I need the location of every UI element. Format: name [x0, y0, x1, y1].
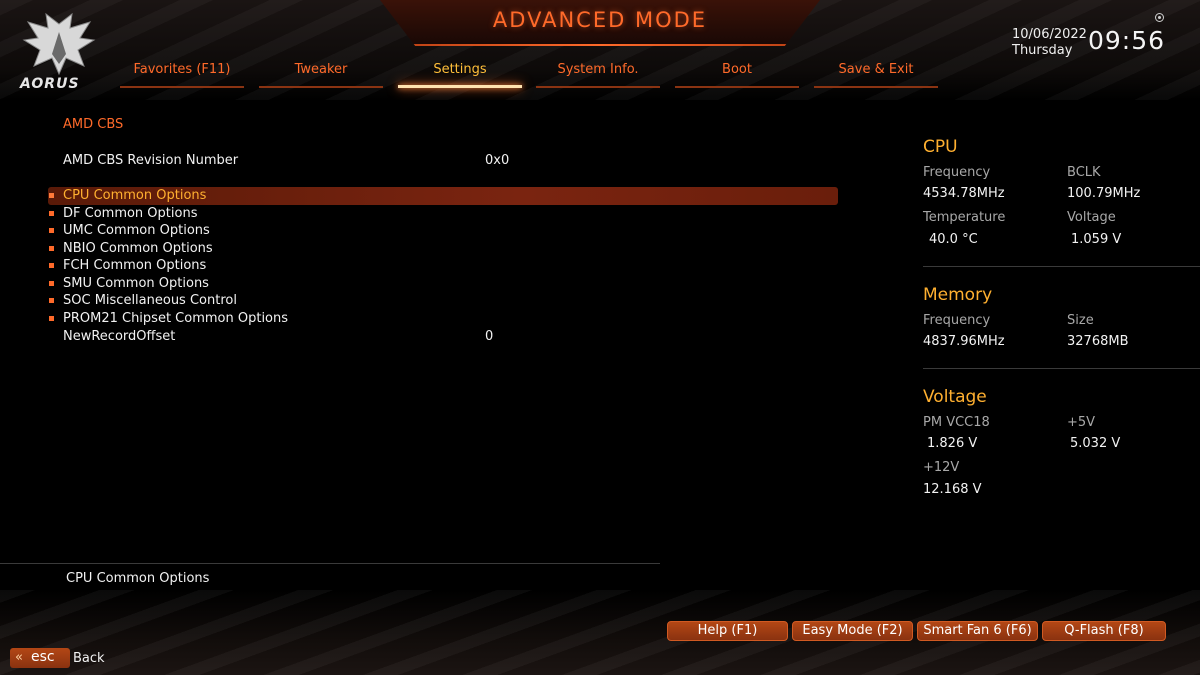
- plus12v-value: 12.168 V: [923, 482, 982, 497]
- menu-item-label: CPU Common Options: [63, 188, 207, 203]
- q-flash-button[interactable]: Q-Flash (F8): [1042, 621, 1166, 641]
- menu-item-umc-common-options[interactable]: UMC Common Options: [48, 222, 838, 240]
- new-record-offset-row[interactable]: NewRecordOffset 0: [48, 328, 838, 346]
- cpu-temperature-value: 40.0 °C: [929, 232, 978, 247]
- cpu-frequency-value: 4534.78MHz: [923, 186, 1005, 201]
- header-bar: ADVANCED MODE AORUS Favorites (F11) Twea…: [0, 0, 1200, 100]
- panel-divider: [923, 266, 1200, 267]
- submenu-bullet-icon: [49, 298, 54, 303]
- weekday-value: Thursday: [1012, 43, 1073, 58]
- esc-back-button[interactable]: « esc: [10, 648, 70, 668]
- panel-divider: [923, 368, 1200, 369]
- tab-settings[interactable]: Settings: [398, 62, 522, 88]
- submenu-bullet-icon: [49, 246, 54, 251]
- memory-size-value: 32768MB: [1067, 334, 1129, 349]
- new-record-offset-value[interactable]: 0: [485, 328, 493, 345]
- tab-tweaker[interactable]: Tweaker: [259, 62, 383, 88]
- menu-item-soc-misc-control[interactable]: SOC Miscellaneous Control: [48, 292, 838, 310]
- settings-gear-icon[interactable]: [1155, 13, 1164, 22]
- submenu-bullet-icon: [49, 316, 54, 321]
- double-chevron-left-icon: «: [15, 650, 23, 665]
- mode-title: ADVANCED MODE: [492, 8, 708, 32]
- menu-item-label: DF Common Options: [63, 206, 198, 221]
- menu-item-prom21-chipset-options[interactable]: PROM21 Chipset Common Options: [48, 310, 838, 328]
- new-record-offset-label: NewRecordOffset: [63, 329, 176, 344]
- submenu-bullet-icon: [49, 193, 54, 198]
- back-label: Back: [73, 651, 105, 666]
- menu-item-nbio-common-options[interactable]: NBIO Common Options: [48, 240, 838, 258]
- menu-item-smu-common-options[interactable]: SMU Common Options: [48, 275, 838, 293]
- menu-item-label: FCH Common Options: [63, 258, 207, 273]
- smart-fan-button[interactable]: Smart Fan 6 (F6): [917, 621, 1038, 641]
- cpu-voltage-label: Voltage: [1067, 210, 1116, 225]
- brand-logo-text: AORUS: [20, 76, 80, 92]
- help-description: CPU Common Options: [66, 571, 210, 586]
- submenu-bullet-icon: [49, 211, 54, 216]
- tab-save-exit[interactable]: Save & Exit: [814, 62, 938, 88]
- menu-item-fch-common-options[interactable]: FCH Common Options: [48, 257, 838, 275]
- pm-vcc18-label: PM VCC18: [923, 415, 990, 430]
- tab-system-info[interactable]: System Info.: [536, 62, 660, 88]
- menu-item-label: NBIO Common Options: [63, 241, 213, 256]
- page-title: AMD CBS: [63, 117, 124, 132]
- cpu-title: CPU: [923, 137, 958, 157]
- easy-mode-button[interactable]: Easy Mode (F2): [792, 621, 913, 641]
- revision-value: 0x0: [485, 153, 510, 168]
- cpu-voltage-value: 1.059 V: [1071, 232, 1122, 247]
- cpu-frequency-label: Frequency: [923, 165, 991, 180]
- plus5v-value: 5.032 V: [1070, 436, 1121, 451]
- esc-key-label: esc: [31, 649, 55, 665]
- cpu-info-panel: CPU Frequency BCLK 4534.78MHz 100.79MHz …: [923, 137, 1183, 257]
- date-value: 10/06/2022: [1012, 27, 1087, 42]
- menu-item-cpu-common-options[interactable]: CPU Common Options: [48, 187, 838, 205]
- tab-favorites[interactable]: Favorites (F11): [120, 62, 244, 88]
- submenu-bullet-icon: [49, 228, 54, 233]
- submenu-bullet-icon: [49, 281, 54, 286]
- menu-item-label: PROM21 Chipset Common Options: [63, 311, 289, 326]
- memory-frequency-value: 4837.96MHz: [923, 334, 1005, 349]
- voltage-info-panel: Voltage PM VCC18 +5V 1.826 V 5.032 V +12…: [923, 387, 1183, 502]
- menu-item-label: SMU Common Options: [63, 276, 209, 291]
- help-divider: [0, 563, 660, 564]
- cpu-bclk-label: BCLK: [1067, 165, 1101, 180]
- menu-item-df-common-options[interactable]: DF Common Options: [48, 205, 838, 223]
- plus5v-label: +5V: [1067, 415, 1096, 430]
- voltage-title: Voltage: [923, 387, 987, 407]
- memory-frequency-label: Frequency: [923, 313, 991, 328]
- revision-label: AMD CBS Revision Number: [63, 153, 239, 168]
- memory-size-label: Size: [1067, 313, 1094, 328]
- memory-title: Memory: [923, 285, 993, 305]
- submenu-bullet-icon: [49, 263, 54, 268]
- plus12v-label: +12V: [923, 460, 960, 475]
- help-button[interactable]: Help (F1): [667, 621, 788, 641]
- cpu-temperature-label: Temperature: [923, 210, 1006, 225]
- revision-row: AMD CBS Revision Number 0x0: [48, 152, 838, 170]
- pm-vcc18-value: 1.826 V: [927, 436, 978, 451]
- date-display: 10/06/2022 Thursday: [1012, 27, 1087, 59]
- memory-info-panel: Memory Frequency Size 4837.96MHz 32768MB: [923, 285, 1183, 360]
- cpu-bclk-value: 100.79MHz: [1067, 186, 1141, 201]
- clock: 09:56: [1088, 26, 1166, 55]
- menu-item-label: UMC Common Options: [63, 223, 210, 238]
- menu-item-label: SOC Miscellaneous Control: [63, 293, 237, 308]
- tab-boot[interactable]: Boot: [675, 62, 799, 88]
